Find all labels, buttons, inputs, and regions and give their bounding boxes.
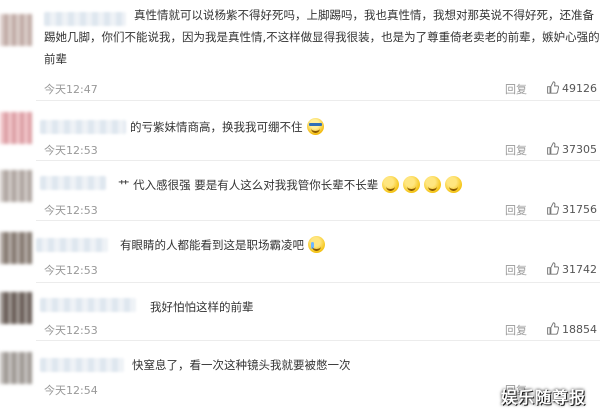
- comment-text: 有眼睛的人都能看到这是职场霸凌吧: [120, 234, 325, 256]
- like-button[interactable]: 31742: [546, 262, 597, 276]
- avatar[interactable]: [0, 232, 32, 264]
- username[interactable]: [40, 298, 136, 312]
- avatar[interactable]: [0, 112, 32, 144]
- comment-text: 真性情就可以说杨紫不得好死吗，上脚踢吗，我也真性情，我想对那英说不得好死，还准备…: [44, 8, 600, 66]
- like-count: 37305: [562, 143, 597, 156]
- reply-button[interactable]: 回复: [505, 142, 527, 158]
- cool-face-emoji: [306, 118, 324, 135]
- comment-time: 今天12:54: [44, 384, 98, 397]
- thumbs-up-icon: [547, 202, 560, 215]
- comment-text: 的亏紫妹情商高，换我我可绷不住: [130, 116, 324, 138]
- comment-item: 真性情就可以说杨紫不得好死吗，上脚踢吗，我也真性情，我想对那英说不得好死，还准备…: [0, 0, 600, 100]
- like-button[interactable]: 31756: [546, 202, 597, 216]
- username[interactable]: [40, 120, 126, 134]
- comment-text-content: 有眼睛的人都能看到这是职场霸凌吧: [120, 238, 304, 252]
- grin-emoji: [424, 176, 442, 193]
- like-button[interactable]: 37305: [546, 142, 597, 156]
- comment-text: 快窒息了，看一次这种镜头我就要被憋一次: [132, 354, 351, 376]
- comment-text: 艹 代入感很强 要是有人这么对我我管你长辈不长辈: [118, 174, 463, 196]
- like-count: 31756: [562, 203, 597, 216]
- thumbs-up-icon: [547, 81, 560, 94]
- reply-button[interactable]: 回复: [505, 202, 527, 218]
- like-button[interactable]: 49126: [546, 81, 597, 95]
- avatar[interactable]: [0, 170, 32, 202]
- like-count: 18854: [562, 323, 597, 336]
- username[interactable]: [40, 176, 106, 190]
- avatar[interactable]: [0, 14, 32, 46]
- comment-prefix: 艹: [118, 178, 130, 192]
- username[interactable]: [36, 238, 108, 252]
- crying-face-emoji: [308, 236, 325, 253]
- comment-time: 今天12:53: [44, 264, 98, 277]
- reply-button[interactable]: 回复: [505, 322, 527, 338]
- thumbs-up-icon: [547, 262, 560, 275]
- like-count: 49126: [562, 82, 597, 95]
- avatar[interactable]: [0, 292, 32, 324]
- watermark: 娱乐随尊报: [500, 388, 586, 407]
- comment-text-content: 的亏紫妹情商高，换我我可绷不住: [130, 120, 303, 134]
- username[interactable]: [40, 358, 124, 372]
- grin-emoji: [382, 176, 400, 193]
- comment-item: 艹 代入感很强 要是有人这么对我我管你长辈不长辈 今天12:53 回复 3175…: [0, 160, 600, 220]
- comment-item: 我好怕怕这样的前辈 今天12:53 回复 18854: [0, 282, 600, 340]
- like-count: 31742: [562, 263, 597, 276]
- comment-time: 今天12:53: [44, 144, 98, 157]
- comment-text-content: 快窒息了，看一次这种镜头我就要被憋一次: [132, 358, 351, 372]
- grin-emoji: [445, 176, 463, 193]
- avatar[interactable]: [0, 352, 32, 384]
- like-button[interactable]: 18854: [546, 322, 597, 336]
- thumbs-up-icon: [547, 322, 560, 335]
- reply-button[interactable]: 回复: [505, 81, 527, 97]
- comment-time: 今天12:47: [44, 83, 98, 96]
- comment-text: 我好怕怕这样的前辈: [150, 296, 254, 318]
- comment-time: 今天12:53: [44, 204, 98, 217]
- reply-button[interactable]: 回复: [505, 262, 527, 278]
- comment-item: 的亏紫妹情商高，换我我可绷不住 今天12:53 回复 37305: [0, 100, 600, 160]
- comment-time: 今天12:53: [44, 324, 98, 337]
- comment-item: 有眼睛的人都能看到这是职场霸凌吧 今天12:53 回复 31742: [0, 220, 600, 282]
- comment-text-content: 我好怕怕这样的前辈: [150, 300, 254, 314]
- thumbs-up-icon: [547, 142, 560, 155]
- comment-text-content: 代入感很强 要是有人这么对我我管你长辈不长辈: [133, 178, 379, 192]
- grin-emoji: [403, 176, 421, 193]
